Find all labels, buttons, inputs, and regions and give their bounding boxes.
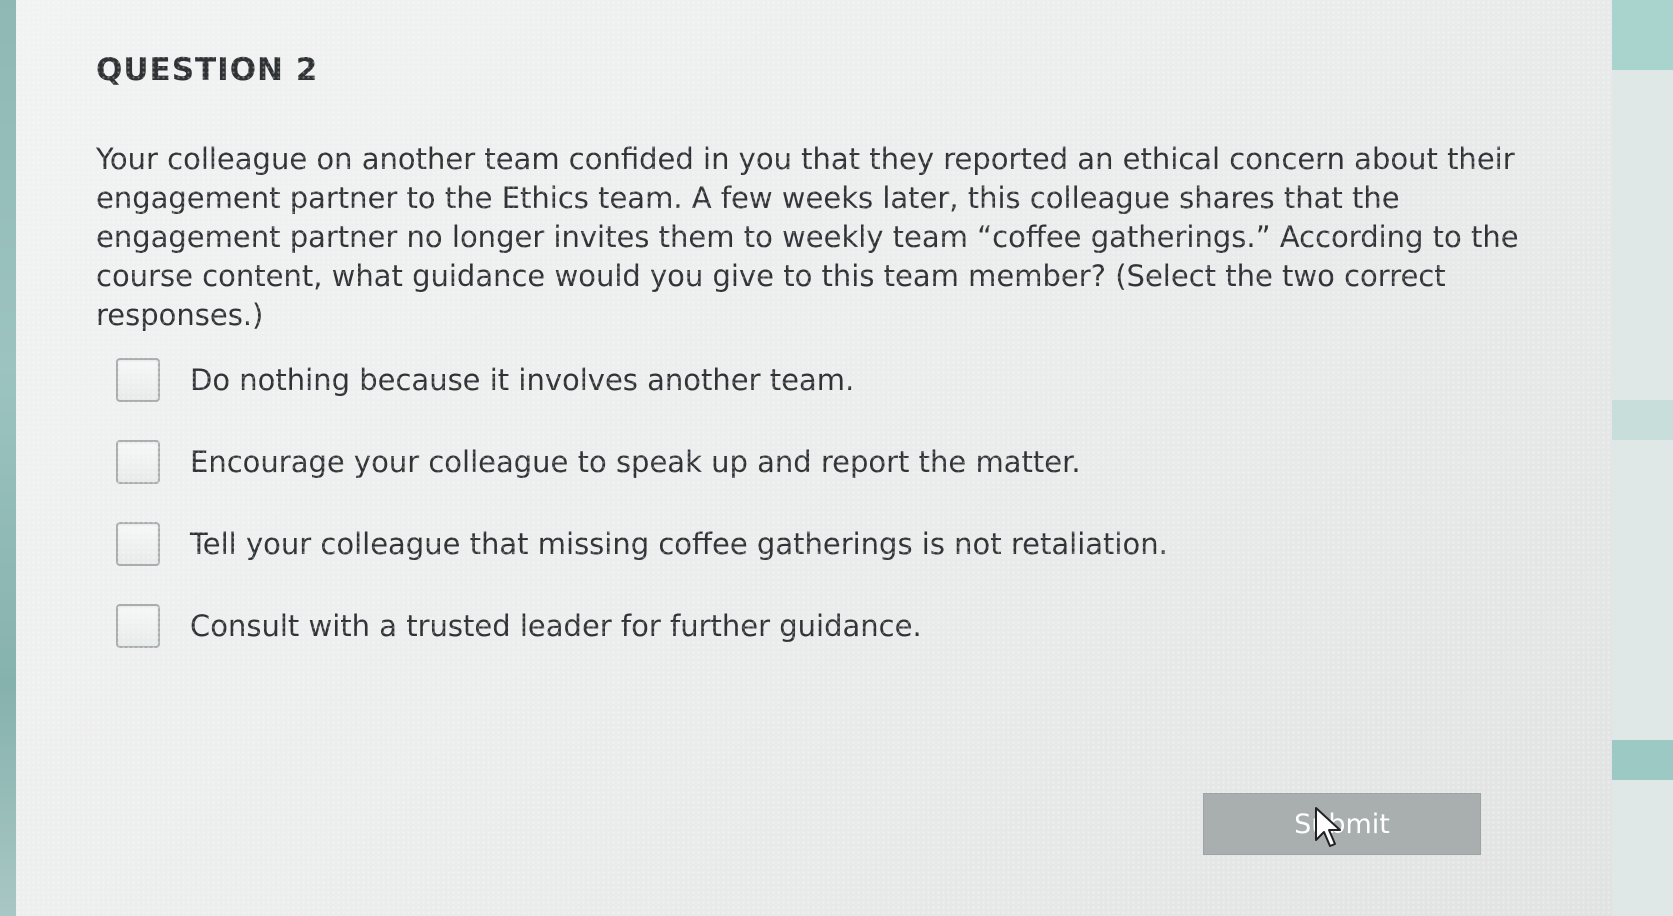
option-not-retaliation[interactable]: Tell your colleague that missing coffee … — [116, 516, 1216, 572]
question-card: QUESTION 2 Your colleague on another tea… — [16, 0, 1612, 916]
question-title: QUESTION 2 — [96, 52, 319, 88]
right-panel-band — [1612, 400, 1673, 440]
submit-button[interactable]: Submit — [1203, 793, 1481, 855]
right-panel-band — [1612, 740, 1673, 780]
left-page-edge — [0, 0, 16, 916]
option-do-nothing[interactable]: Do nothing because it involves another t… — [116, 352, 1216, 408]
question-text: Your colleague on another team confided … — [96, 142, 1519, 332]
option-checkbox[interactable] — [116, 440, 160, 484]
option-checkbox[interactable] — [116, 604, 160, 648]
right-side-panel — [1612, 0, 1673, 916]
option-checkbox[interactable] — [116, 358, 160, 402]
option-label: Encourage your colleague to speak up and… — [190, 445, 1081, 479]
option-checkbox[interactable] — [116, 522, 160, 566]
option-label: Do nothing because it involves another t… — [190, 363, 855, 397]
option-label: Tell your colleague that missing coffee … — [190, 527, 1168, 561]
option-consult-leader[interactable]: Consult with a trusted leader for furthe… — [116, 598, 1216, 654]
option-encourage-speak-up[interactable]: Encourage your colleague to speak up and… — [116, 434, 1216, 490]
right-panel-band — [1612, 0, 1673, 70]
option-label: Consult with a trusted leader for furthe… — [190, 609, 922, 643]
